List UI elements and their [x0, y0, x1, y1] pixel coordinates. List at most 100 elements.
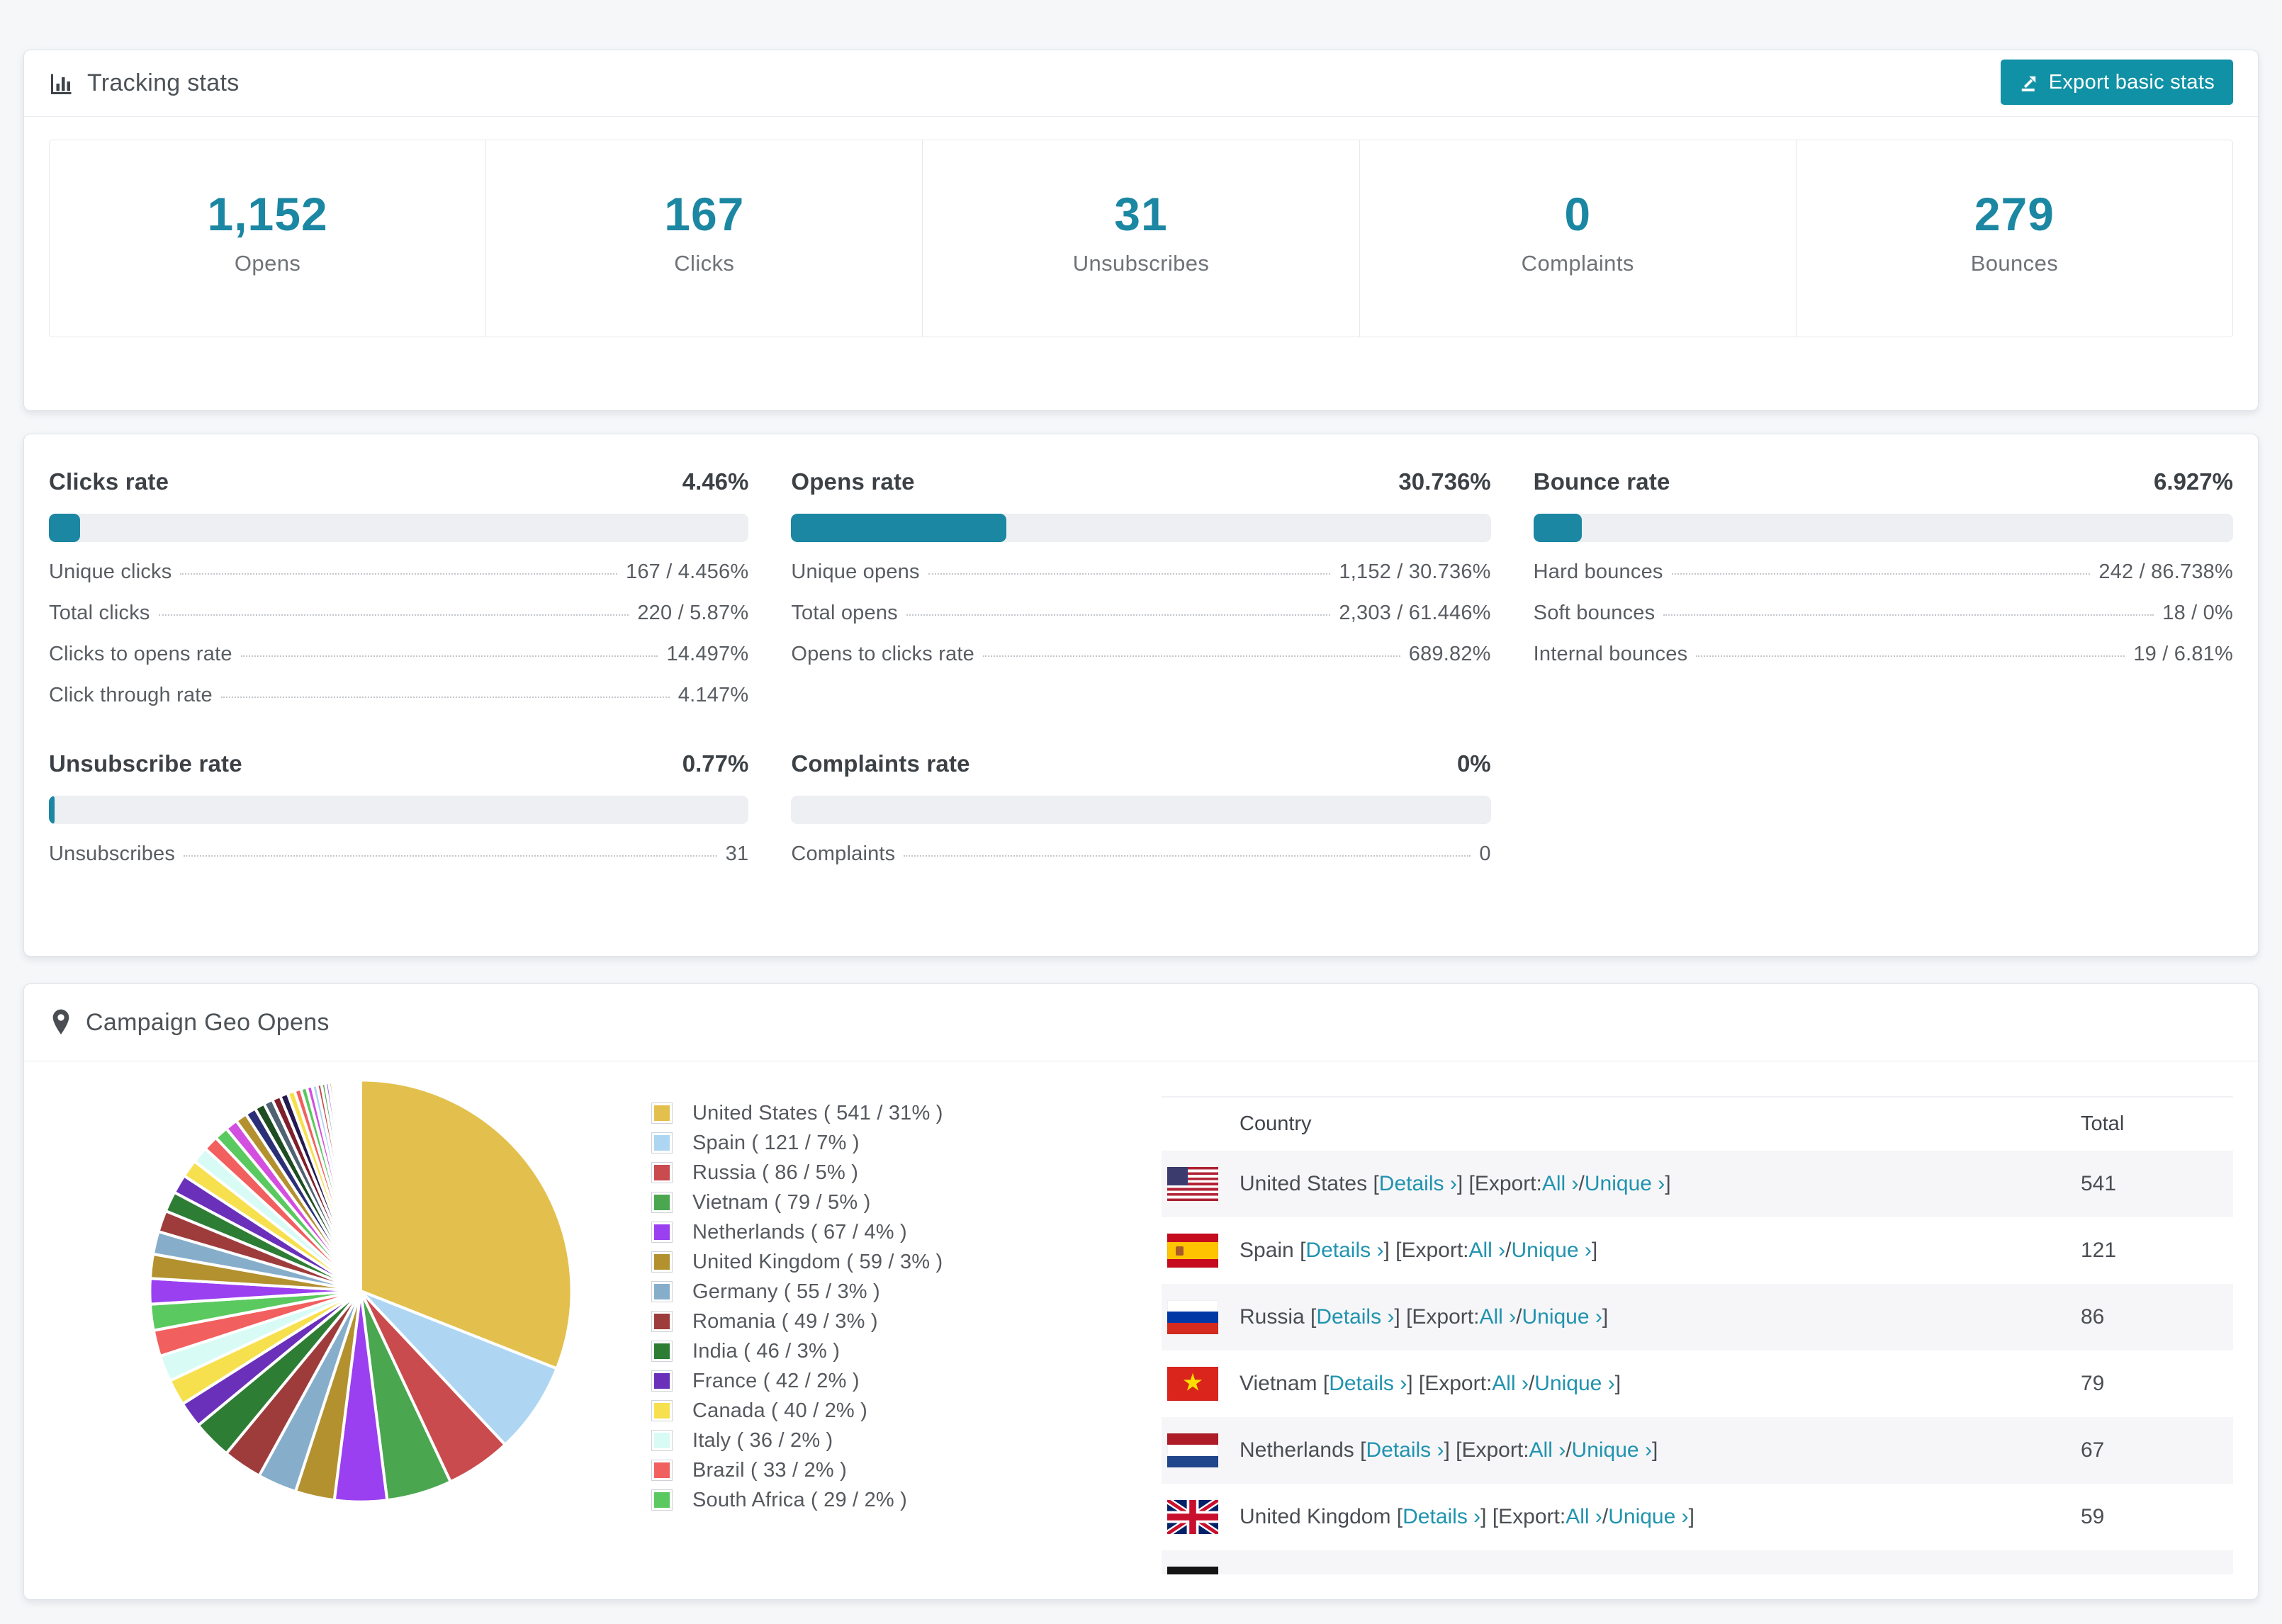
export-all-link[interactable]: All ›	[1492, 1372, 1529, 1396]
rate-detail-row: Total opens 2,303 / 61.446%	[791, 602, 1490, 624]
details-link[interactable]: Details ›	[1329, 1372, 1407, 1396]
rate-detail-label: Hard bounces	[1533, 560, 1663, 583]
legend-item: Germany ( 55 / 3% )	[651, 1277, 1162, 1307]
dashboard: Tracking stats Export basic stats 1,152 O…	[0, 0, 2282, 1600]
geo-table-body: United States [Details ›] [Export: All ›…	[1162, 1151, 2233, 1574]
export-unique-link[interactable]: Unique ›	[1512, 1239, 1592, 1263]
export-unique-link[interactable]: Unique ›	[1608, 1505, 1688, 1529]
summary-stat-box: 1,152 Opens	[50, 140, 485, 337]
export-label: ] [Export:	[1417, 1572, 1502, 1574]
export-all-link[interactable]: All ›	[1566, 1505, 1602, 1529]
rate-detail-value: 2,303 / 61.446%	[1339, 602, 1491, 624]
rate-title: Clicks rate	[49, 468, 169, 495]
summary-stat-value: 0	[1564, 188, 1592, 240]
bracket: [	[1396, 1505, 1403, 1528]
rate-value: 4.46%	[682, 468, 749, 495]
geo-total-cell: 79	[2081, 1372, 2105, 1395]
legend-item: Romania ( 49 / 3% )	[651, 1307, 1162, 1336]
country-name: Netherlands	[1240, 1438, 1361, 1462]
details-link[interactable]: Details ›	[1305, 1239, 1383, 1263]
export-all-link[interactable]: All ›	[1529, 1438, 1566, 1462]
slash: /	[1602, 1505, 1609, 1528]
rate-detail-label: Internal bounces	[1533, 643, 1688, 665]
export-icon	[2019, 72, 2040, 93]
export-label: ] [Export:	[1407, 1372, 1493, 1395]
export-unique-link[interactable]: Unique ›	[1534, 1372, 1614, 1396]
rate-detail-row: Total clicks 220 / 5.87%	[49, 602, 748, 624]
legend-item: Canada ( 40 / 2% )	[651, 1396, 1162, 1426]
export-all-link[interactable]: All ›	[1479, 1305, 1516, 1329]
dotted-leader	[906, 614, 1331, 616]
legend-item: Spain ( 121 / 7% )	[651, 1128, 1162, 1158]
legend-swatch	[651, 1489, 673, 1511]
legend-item: France ( 42 / 2% )	[651, 1366, 1162, 1396]
progress-bar-track	[1533, 514, 2233, 542]
export-label: ] [Export:	[1444, 1438, 1529, 1462]
progress-bar-fill	[791, 514, 1006, 542]
export-basic-stats-button[interactable]: Export basic stats	[2000, 60, 2233, 105]
summary-stat-box: 279 Bounces	[1795, 140, 2232, 337]
details-link[interactable]: Details ›	[1379, 1172, 1457, 1196]
legend-swatch	[651, 1251, 673, 1273]
total-column-header: Total	[2081, 1112, 2125, 1135]
geo-pie-legend: United States ( 541 / 31% ) Spain ( 121 /…	[580, 1098, 1162, 1574]
slash: /	[1539, 1572, 1544, 1574]
legend-swatch	[651, 1311, 673, 1332]
rates-grid: Clicks rate 4.46% Unique clicks 167 / 4.456…	[49, 468, 2233, 865]
geo-country-cell: Germany [Details ›] [Export: All › / Uni…	[1167, 1567, 2081, 1574]
details-link[interactable]: Details ›	[1316, 1305, 1394, 1329]
rate-detail-value: 689.82%	[1408, 643, 1491, 665]
export-all-link[interactable]: All ›	[1469, 1239, 1506, 1263]
bracket: ]	[1665, 1172, 1671, 1195]
details-link[interactable]: Details ›	[1366, 1438, 1444, 1462]
geo-opens-header: Campaign Geo Opens	[24, 984, 2258, 1061]
progress-bar-fill	[1533, 514, 1583, 542]
export-all-link[interactable]: All ›	[1542, 1172, 1579, 1196]
bracket: [	[1310, 1305, 1317, 1329]
geo-opens-card: Campaign Geo Opens United States ( 541 /…	[23, 983, 2259, 1600]
legend-label: Romania ( 49 / 3% )	[692, 1309, 878, 1333]
geo-table: Country Total United States [Details ›] …	[1162, 1096, 2233, 1574]
legend-item: United Kingdom ( 59 / 3% )	[651, 1247, 1162, 1277]
progress-bar-track	[49, 514, 749, 542]
rate-detail-label: Total clicks	[49, 602, 150, 624]
slash: /	[1516, 1305, 1522, 1329]
export-label: ] [Export:	[1394, 1305, 1480, 1329]
rate-detail-row: Soft bounces 18 / 0%	[1534, 602, 2233, 624]
bracket: ]	[1614, 1372, 1621, 1395]
legend-label: Spain ( 121 / 7% )	[692, 1131, 860, 1154]
ru-flag-icon	[1167, 1300, 1218, 1334]
export-label: ] [Export:	[1456, 1172, 1542, 1195]
gb-flag-icon	[1167, 1500, 1218, 1534]
country-column-header: Country	[1240, 1112, 1312, 1135]
rate-detail-row: Hard bounces 242 / 86.738%	[1534, 561, 2233, 583]
dotted-leader	[220, 697, 670, 698]
geo-country-cell: Russia [Details ›] [Export: All › / Uniq…	[1167, 1300, 2081, 1334]
geo-content: United States ( 541 / 31% ) Spain ( 121 /…	[24, 1061, 2258, 1574]
details-link[interactable]: Details ›	[1339, 1572, 1417, 1574]
legend-label: United Kingdom ( 59 / 3% )	[692, 1250, 943, 1273]
geo-table-row: United States [Details ›] [Export: All ›…	[1162, 1151, 2233, 1217]
dotted-leader	[240, 655, 658, 657]
export-all-link[interactable]: All ›	[1502, 1572, 1539, 1574]
export-unique-link[interactable]: Unique ›	[1522, 1305, 1602, 1329]
summary-stat-label: Opens	[234, 251, 301, 276]
details-link[interactable]: Details ›	[1403, 1505, 1480, 1529]
export-unique-link[interactable]: Unique ›	[1544, 1572, 1624, 1574]
rate-detail-label: Unsubscribes	[49, 842, 176, 865]
legend-swatch	[651, 1103, 673, 1124]
export-unique-link[interactable]: Unique ›	[1572, 1438, 1652, 1462]
rate-detail-row: Complaints 0	[791, 843, 1490, 865]
rate-value: 6.927%	[2154, 468, 2233, 495]
legend-label: United States ( 541 / 31% )	[692, 1101, 943, 1124]
legend-swatch	[651, 1281, 673, 1302]
rate-detail-row: Unsubscribes 31	[49, 843, 748, 865]
summary-stat-label: Unsubscribes	[1072, 251, 1210, 276]
rate-detail-value: 18 / 0%	[2162, 602, 2233, 624]
rate-detail-label: Complaints	[791, 842, 896, 865]
export-unique-link[interactable]: Unique ›	[1585, 1172, 1665, 1196]
de-flag-icon	[1167, 1567, 1218, 1574]
geo-title: Campaign Geo Opens	[86, 1008, 330, 1036]
geo-country-cell: United States [Details ›] [Export: All ›…	[1167, 1167, 2081, 1201]
geo-total-cell: 55	[2081, 1572, 2233, 1574]
